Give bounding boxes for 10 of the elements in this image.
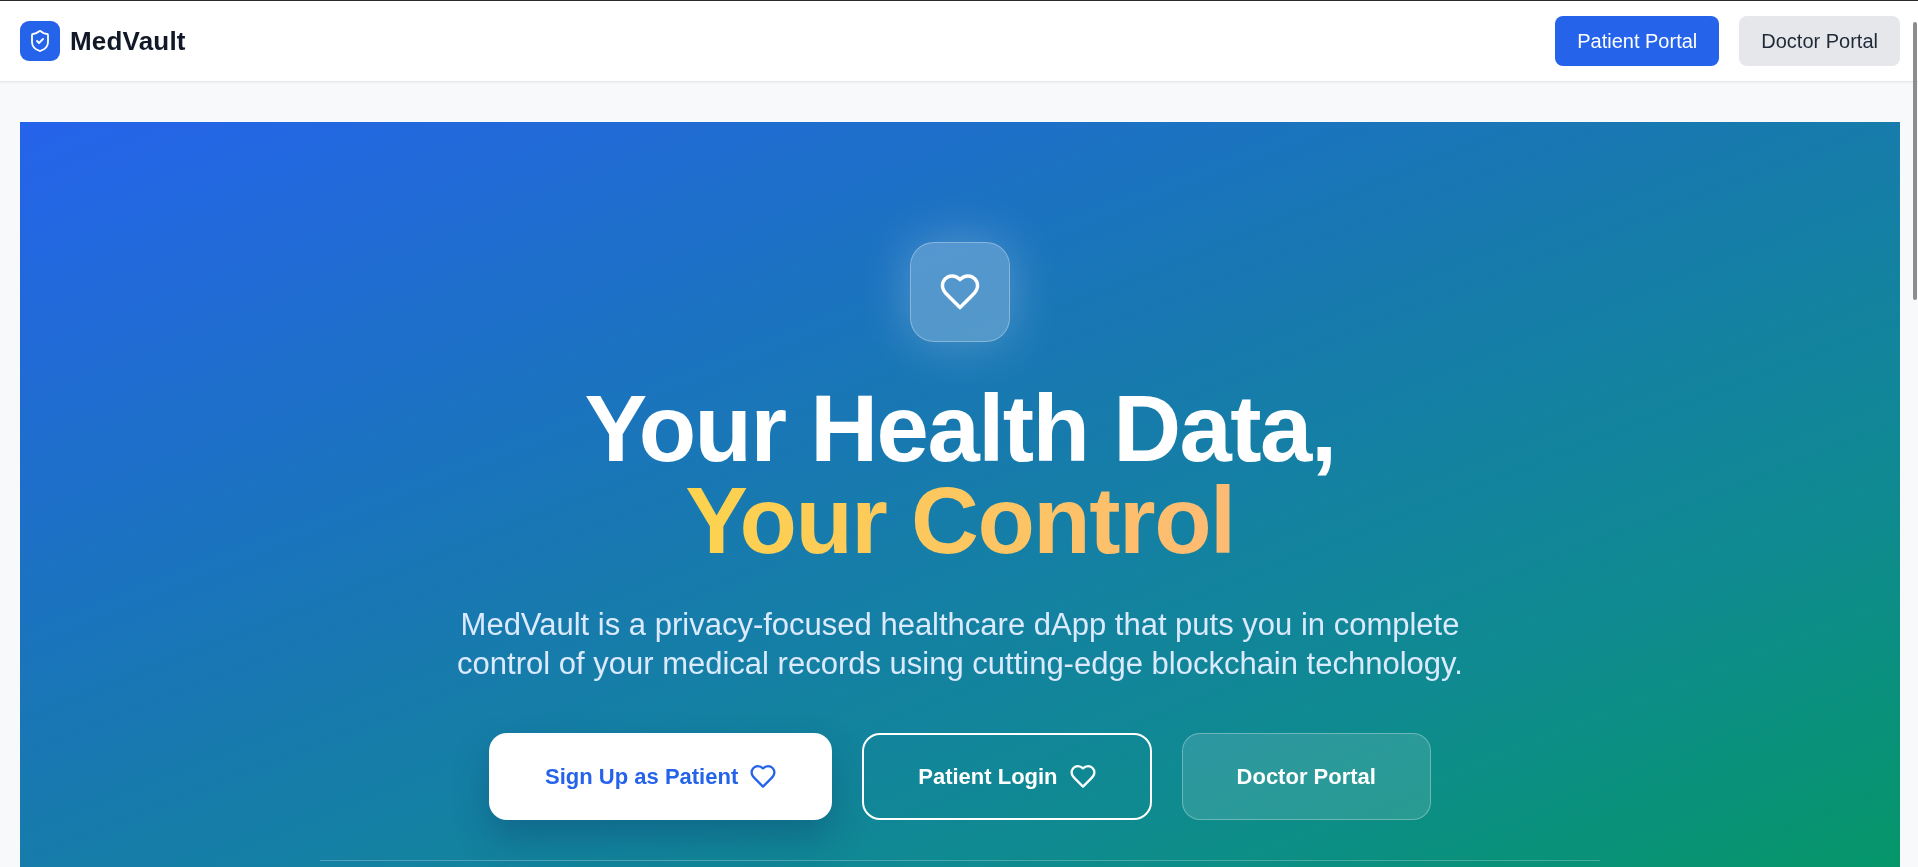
portal-tab[interactable]: Patient Portal bbox=[1555, 16, 1720, 66]
portal-tab[interactable]: Doctor Portal bbox=[1739, 16, 1900, 66]
sign-up-button[interactable]: Sign Up as Patient bbox=[489, 733, 833, 820]
hero-title: Your Health Data, bbox=[583, 383, 1337, 475]
hero-description: MedVault is a privacy-focused healthcare dApp that puts you in complete control of your medical records using cutting-edge blockchain technology. bbox=[456, 606, 1464, 683]
login-button[interactable]: Patient Login bbox=[862, 733, 1152, 820]
scrollbar-thumb[interactable] bbox=[1913, 22, 1917, 300]
shield-check-icon bbox=[20, 21, 60, 61]
brand-name: MedVault bbox=[70, 25, 186, 57]
portal-button[interactable]: Doctor Portal bbox=[1181, 733, 1431, 820]
